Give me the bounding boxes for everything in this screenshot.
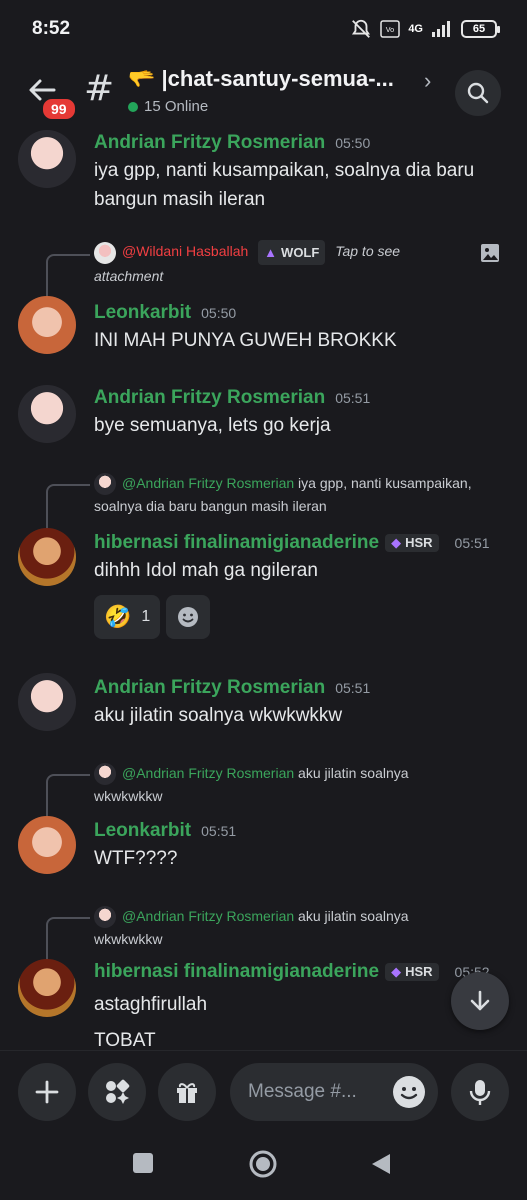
search-icon [467, 82, 489, 104]
timestamp: 05:51 [335, 390, 371, 406]
message-text: dihhh Idol mah ga ngileran [94, 560, 318, 581]
avatar[interactable] [18, 130, 76, 188]
reply-spine [46, 917, 90, 963]
message-text: aku jilatin soalnya wkwkwkkw [94, 705, 343, 726]
message-text: astaghfirullah TOBAT [94, 994, 208, 1050]
timestamp: 05:51 [201, 823, 237, 839]
emoji-icon[interactable] [392, 1075, 426, 1109]
network-type: 4G [408, 23, 423, 35]
author-name[interactable]: Leonkarbit 05:50 [94, 302, 236, 324]
message-list[interactable]: Andrian Fritzy Rosmerian 05:50 iya gpp, n… [0, 130, 527, 1050]
message-text: bye semuanya, lets go kerja [94, 415, 331, 436]
reply-author: @Andrian Fritzy Rosmerian [122, 765, 295, 781]
reply-spine [46, 774, 90, 820]
avatar[interactable] [18, 296, 76, 354]
author-name[interactable]: hibernasi finalinamigianaderine ◆ HSR 05:51 [94, 532, 490, 554]
battery-icon: 65 [461, 20, 500, 38]
online-dot-icon [128, 101, 138, 112]
avatar[interactable] [18, 673, 76, 731]
avatar[interactable] [18, 528, 76, 586]
image-icon [481, 244, 499, 262]
reply-avatar [94, 906, 116, 929]
smiley-icon [178, 607, 199, 627]
avatar[interactable] [18, 816, 76, 874]
search-button[interactable] [455, 70, 501, 116]
back-triangle-icon[interactable] [370, 1152, 392, 1176]
gift-button[interactable] [158, 1063, 216, 1121]
svg-text:Vo: Vo [386, 26, 395, 34]
channel-emoji: 🫳 [128, 66, 156, 91]
message-input[interactable] [248, 1063, 378, 1121]
reply-spine [46, 484, 90, 530]
reply-spine [46, 254, 90, 300]
message-text: iya gpp, nanti kusampaikan, soalnya dia … [94, 160, 475, 210]
status-icons: Vo 4G 65 [350, 18, 500, 40]
channel-name: |chat-santuy-semua-... [161, 66, 394, 91]
jump-to-bottom-button[interactable] [451, 972, 509, 1030]
channel-title[interactable]: 🫳 |chat-santuy-semua-... [128, 66, 394, 92]
role-tag: ◆ HSR [385, 962, 439, 981]
timestamp: 05:50 [201, 305, 237, 321]
system-nav-bar [0, 1130, 527, 1200]
channel-hash-icon: # [84, 68, 115, 109]
reaction-count: 1 [141, 608, 151, 625]
online-text: 15 Online [144, 98, 209, 115]
add-button[interactable] [18, 1063, 76, 1121]
timestamp: 05:51 [335, 680, 371, 696]
reaction-emoji: 🤣 [104, 604, 132, 629]
role-tag: ◆ HSR [385, 533, 439, 552]
avatar[interactable] [18, 959, 76, 1017]
role-tag: ▲ WOLF [258, 240, 326, 265]
reply-preview[interactable]: @Wildani Hasballah ▲ WOLF Tap to see atta… [94, 240, 504, 288]
status-time: 8:52 [32, 18, 71, 39]
reply-avatar [94, 241, 116, 264]
author-name[interactable]: hibernasi finalinamigianaderine◆HSR05:52 [94, 961, 490, 983]
reply-preview[interactable]: @Andrian Fritzy Rosmerian aku jilatin so… [94, 762, 504, 808]
reply-author: @Andrian Fritzy Rosmerian [122, 475, 295, 491]
chevron-right-icon[interactable]: › [424, 68, 431, 94]
plus-icon [35, 1080, 59, 1104]
timestamp: 05:50 [335, 135, 371, 151]
message-text: WTF???? [94, 848, 178, 869]
message-text: INI MAH PUNYA GUWEH BROKKK [94, 330, 397, 351]
reply-author: @Andrian Fritzy Rosmerian [122, 908, 295, 924]
reply-avatar [94, 473, 116, 496]
message-composer [0, 1050, 527, 1130]
reaction-bar: 🤣 1 [94, 595, 211, 639]
mute-bell-icon [352, 19, 371, 38]
status-bar: 8:52 Vo 4G 65 [0, 0, 527, 56]
signal-icon [432, 21, 450, 37]
reply-avatar [94, 763, 116, 786]
reply-author: @Wildani Hasballah [122, 243, 249, 260]
reply-preview[interactable]: @Andrian Fritzy Rosmerian aku jilatin so… [94, 905, 504, 951]
voice-button[interactable] [451, 1063, 509, 1121]
channel-header: 99 # 🫳 |chat-santuy-semua-... › 15 Onlin… [0, 56, 527, 130]
apps-button[interactable] [88, 1063, 146, 1121]
online-count: 15 Online [128, 98, 208, 115]
microphone-icon [469, 1080, 491, 1105]
add-reaction-button[interactable] [166, 595, 211, 639]
message-input-box[interactable] [230, 1063, 438, 1121]
gift-icon [177, 1083, 197, 1103]
apps-sparkle-icon [106, 1079, 130, 1104]
timestamp: 05:51 [454, 535, 490, 551]
reply-preview[interactable]: @Andrian Fritzy Rosmerian iya gpp, nanti… [94, 472, 504, 518]
home-icon[interactable] [249, 1150, 277, 1178]
author-name[interactable]: Andrian Fritzy Rosmerian 05:51 [94, 387, 370, 409]
avatar[interactable] [18, 385, 76, 443]
unread-badge: 99 [40, 96, 78, 122]
reaction-pill[interactable]: 🤣 1 [94, 595, 161, 639]
author-name[interactable]: Andrian Fritzy Rosmerian 05:50 [94, 132, 370, 154]
arrow-down-icon [470, 990, 490, 1011]
author-name[interactable]: Andrian Fritzy Rosmerian 05:51 [94, 677, 370, 699]
recents-icon[interactable] [132, 1152, 154, 1174]
author-name[interactable]: Leonkarbit 05:51 [94, 820, 236, 842]
volte-icon: Vo [380, 20, 401, 38]
